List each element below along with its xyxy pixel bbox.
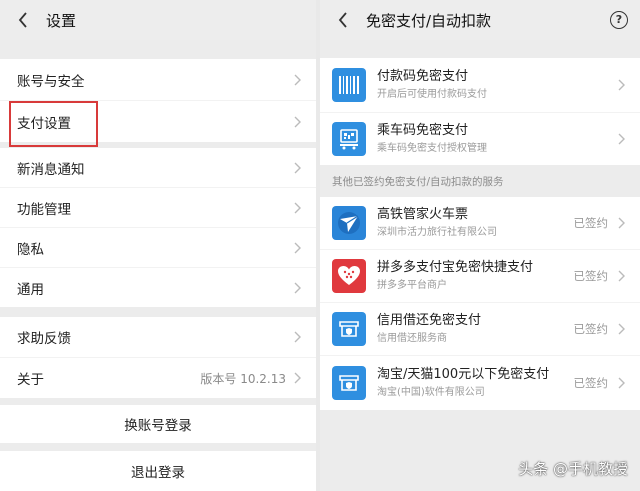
status-badge: 已签约 bbox=[573, 269, 609, 283]
chevron-right-icon bbox=[618, 133, 625, 145]
page-title: 设置 bbox=[46, 11, 77, 30]
section-label: 其他已签约免密支付/自动扣款的服务 bbox=[320, 165, 640, 197]
item-title: 高铁管家火车票 bbox=[377, 207, 469, 222]
item-subtitle: 开启后可使用付款码支付 bbox=[377, 89, 487, 100]
switch-account-button[interactable]: 换账号登录 bbox=[0, 405, 316, 443]
settings-item-about[interactable]: 关于 版本号 10.2.13 bbox=[0, 358, 316, 398]
item-subtitle: 拼多多平台商户 bbox=[377, 280, 447, 291]
payment-header: 免密支付/自动扣款 ? bbox=[320, 0, 640, 40]
help-icon[interactable]: ? bbox=[610, 11, 628, 29]
service-item-credit-borrow[interactable]: 信用借还免密支付 信用借还服务商 已签约 bbox=[320, 303, 640, 355]
qrcode-bus-icon bbox=[332, 122, 366, 156]
service-item-train[interactable]: 高铁管家火车票 深圳市活力旅行社有限公司 已签约 bbox=[320, 197, 640, 249]
chevron-right-icon bbox=[294, 162, 301, 173]
item-title: 信用借还免密支付 bbox=[377, 313, 482, 328]
chevron-right-icon bbox=[618, 217, 625, 229]
credit-borrow-icon bbox=[332, 312, 366, 346]
train-app-icon bbox=[332, 206, 366, 240]
logout-button[interactable]: 退出登录 bbox=[0, 451, 316, 491]
highlight-box bbox=[9, 101, 98, 147]
taobao-shop-icon bbox=[332, 366, 366, 400]
settings-item-notifications[interactable]: 新消息通知 bbox=[0, 148, 316, 187]
settings-item-label: 账号与安全 bbox=[17, 73, 85, 90]
settings-item-account-security[interactable]: 账号与安全 bbox=[0, 59, 316, 100]
settings-panel: 设置 账号与安全 支付设置 新消息通知 功能管理 隐私 通用 求助反馈 关于 版… bbox=[0, 0, 316, 491]
back-arrow-icon[interactable] bbox=[18, 12, 34, 28]
service-item-pinduoduo[interactable]: 拼多多支付宝免密快捷支付 拼多多平台商户 已签约 bbox=[320, 250, 640, 302]
settings-item-privacy[interactable]: 隐私 bbox=[0, 228, 316, 267]
barcode-icon bbox=[332, 68, 366, 102]
service-item-taobao[interactable]: 淘宝/天猫100元以下免密支付 淘宝(中国)软件有限公司 已签约 bbox=[320, 356, 640, 410]
settings-item-label: 求助反馈 bbox=[17, 331, 71, 347]
status-badge: 已签约 bbox=[573, 322, 609, 336]
chevron-right-icon bbox=[294, 116, 301, 127]
chevron-right-icon bbox=[294, 331, 301, 343]
bus-code-item[interactable]: 乘车码免密支付 乘车码免密支付授权管理 bbox=[320, 113, 640, 165]
chevron-right-icon bbox=[618, 377, 625, 389]
chevron-right-icon bbox=[618, 323, 625, 335]
settings-item-label: 通用 bbox=[17, 281, 44, 298]
item-title: 乘车码免密支付 bbox=[377, 123, 469, 138]
pinduoduo-icon bbox=[332, 259, 366, 293]
item-subtitle: 深圳市活力旅行社有限公司 bbox=[377, 227, 497, 238]
chevron-right-icon bbox=[294, 242, 301, 253]
back-arrow-icon[interactable] bbox=[338, 12, 354, 28]
password-free-payment-panel: 免密支付/自动扣款 ? 付款码免密支付 开启后可使用付款码支付 乘车码免密支付 … bbox=[320, 0, 640, 491]
chevron-right-icon bbox=[618, 79, 625, 91]
settings-item-label: 功能管理 bbox=[17, 201, 71, 218]
page-title: 免密支付/自动扣款 bbox=[366, 11, 492, 30]
status-badge: 已签约 bbox=[573, 216, 609, 230]
version-number: 版本号 10.2.13 bbox=[200, 371, 286, 386]
settings-item-label: 关于 bbox=[17, 372, 44, 388]
switch-account-label: 换账号登录 bbox=[124, 418, 192, 434]
chevron-right-icon bbox=[294, 282, 301, 293]
settings-item-general[interactable]: 通用 bbox=[0, 268, 316, 307]
payment-code-item[interactable]: 付款码免密支付 开启后可使用付款码支付 bbox=[320, 58, 640, 112]
settings-item-label: 隐私 bbox=[17, 241, 44, 258]
item-title: 拼多多支付宝免密快捷支付 bbox=[377, 260, 534, 275]
chevron-right-icon bbox=[294, 74, 301, 85]
item-title: 付款码免密支付 bbox=[377, 69, 469, 84]
item-subtitle: 淘宝(中国)软件有限公司 bbox=[377, 387, 485, 398]
watermark: 头条 @手机教授 bbox=[518, 460, 628, 478]
settings-header: 设置 bbox=[0, 0, 316, 40]
item-title: 淘宝/天猫100元以下免密支付 bbox=[377, 367, 550, 382]
item-subtitle: 信用借还服务商 bbox=[377, 333, 447, 344]
chevron-right-icon bbox=[618, 270, 625, 282]
logout-label: 退出登录 bbox=[131, 465, 185, 481]
settings-item-label: 新消息通知 bbox=[17, 161, 85, 178]
settings-item-features[interactable]: 功能管理 bbox=[0, 188, 316, 227]
item-subtitle: 乘车码免密支付授权管理 bbox=[377, 143, 487, 154]
settings-item-help-feedback[interactable]: 求助反馈 bbox=[0, 317, 316, 357]
status-badge: 已签约 bbox=[573, 376, 609, 390]
chevron-right-icon bbox=[294, 372, 301, 384]
chevron-right-icon bbox=[294, 202, 301, 213]
